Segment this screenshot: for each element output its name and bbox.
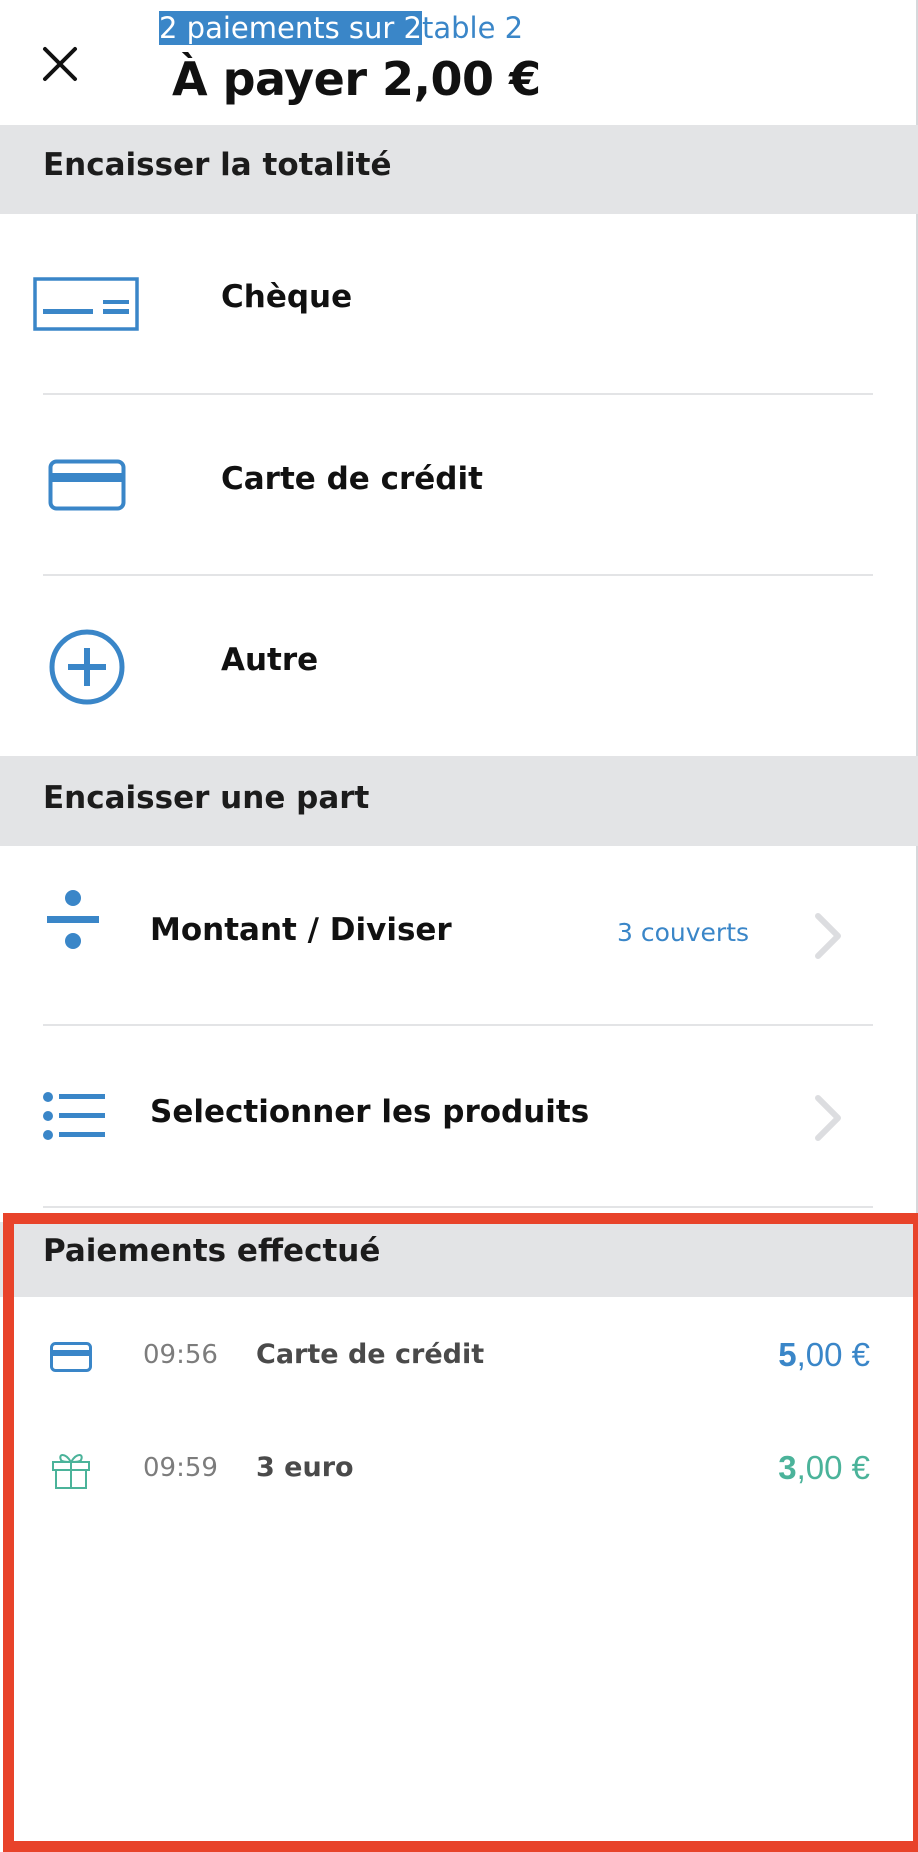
row-label-other: Autre [221,642,319,678]
payment-amount-integer: 5 [778,1336,797,1373]
section-header-done: Paiements effectué [0,1222,918,1297]
payment-method-cheque[interactable]: Chèque [0,214,918,394]
close-button[interactable] [38,42,84,88]
divide-icon [47,890,99,949]
chevron-right-icon [815,913,841,959]
payment-time: 09:59 [143,1453,218,1483]
payment-name: 3 euro [256,1452,354,1483]
select-products-row[interactable]: Selectionner les produits [0,1026,918,1206]
row-label-select-products: Selectionner les produits [150,1094,590,1130]
payment-method-credit-card[interactable]: Carte de crédit [0,395,918,575]
row-label-cheque: Chèque [221,279,353,315]
gift-icon [52,1454,90,1489]
plus-circle-icon [49,629,125,705]
list-icon [43,1092,105,1140]
covers-count: 3 couverts [617,918,750,947]
section-header-full: Encaisser la totalité [0,125,918,214]
payment-amount: 3,00 € [778,1449,870,1487]
payment-name: Carte de crédit [256,1339,485,1370]
payment-time: 09:56 [143,1340,218,1370]
subtitle-selected-text: 2 paiements sur 2 [159,11,422,45]
cheque-icon [33,277,139,331]
close-icon [43,47,77,81]
chevron-right-icon [815,1095,841,1141]
page-subtitle: 2 paiements sur 2table 2 [159,8,523,48]
split-amount-row[interactable]: Montant / Diviser 3 couverts [0,846,918,1024]
payment-row: 09:59 3 euro 3,00 € [0,1418,918,1518]
row-label-split-amount: Montant / Diviser [150,912,452,948]
payment-amount-decimal: ,00 € [796,1336,870,1373]
page-title: À payer 2,00 € [172,52,541,106]
payment-method-other[interactable]: Autre [0,576,918,756]
credit-card-icon [48,459,126,511]
payment-amount-integer: 3 [778,1449,797,1486]
section-heading-part: Encaisser une part [43,780,370,816]
subtitle-table-text: table 2 [422,11,524,45]
payment-amount: 5,00 € [778,1336,870,1374]
payment-row: 09:56 Carte de crédit 5,00 € [0,1305,918,1405]
credit-card-icon [50,1342,92,1372]
row-label-credit-card: Carte de crédit [221,461,483,497]
row-divider [43,1206,873,1208]
section-heading-full: Encaisser la totalité [43,147,392,183]
section-heading-done: Paiements effectué [43,1233,381,1269]
section-header-part: Encaisser une part [0,756,918,846]
payment-amount-decimal: ,00 € [796,1449,870,1486]
